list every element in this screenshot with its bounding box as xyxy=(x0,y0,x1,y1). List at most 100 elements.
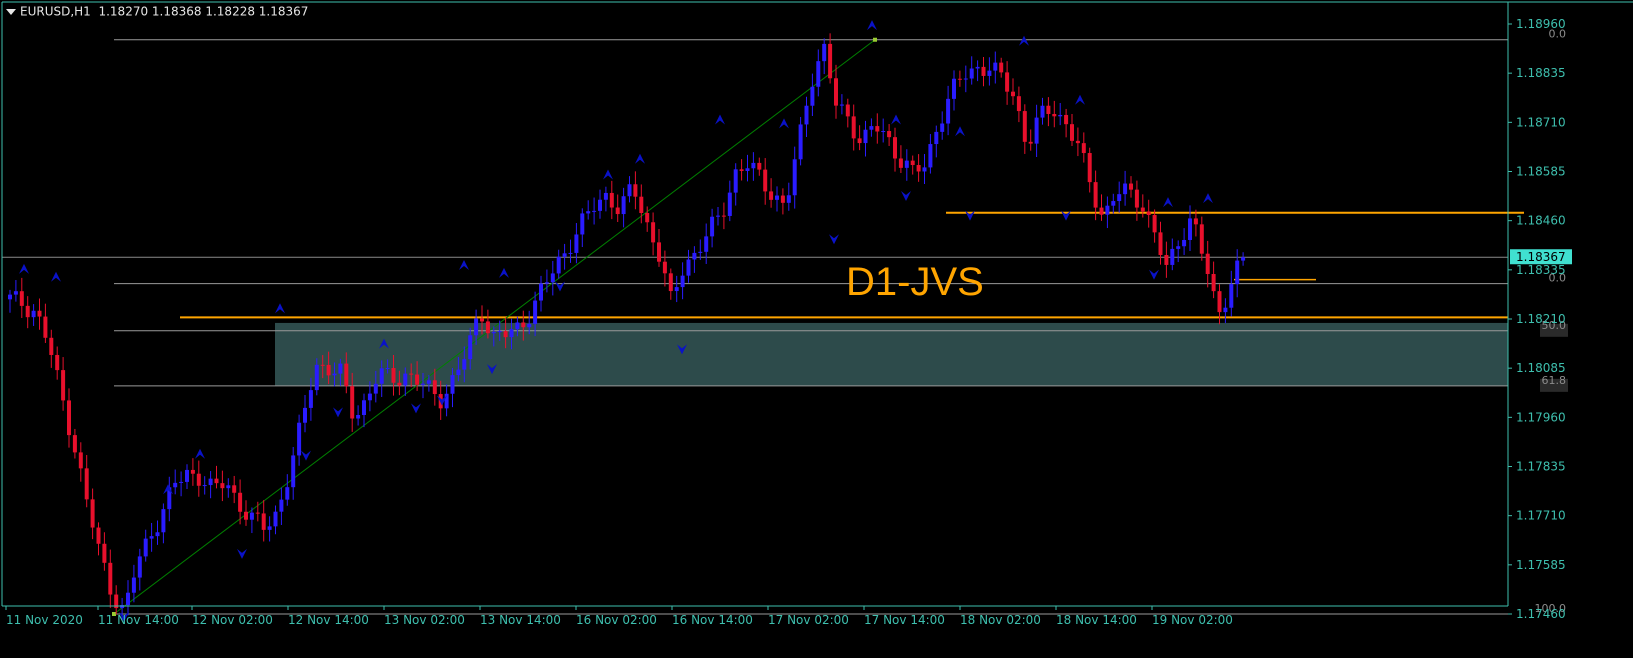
candle-body xyxy=(480,318,484,322)
candle-body xyxy=(96,527,101,544)
candle-body xyxy=(344,363,349,387)
candle-body xyxy=(350,386,355,419)
candle-body xyxy=(279,499,284,512)
candle-body xyxy=(698,251,703,253)
candle-body xyxy=(574,234,579,253)
candle-body xyxy=(244,511,248,520)
fractal-up-icon xyxy=(1075,94,1085,105)
candle-body xyxy=(527,323,532,328)
candle-body xyxy=(468,335,473,360)
candle-body xyxy=(828,43,833,79)
candle-body xyxy=(1064,114,1069,125)
candle-body xyxy=(798,124,803,160)
candle-body xyxy=(816,61,821,87)
candle-body xyxy=(786,195,791,203)
candle-body xyxy=(1123,183,1128,195)
candle-body xyxy=(887,131,892,138)
fractal-up-icon xyxy=(1163,197,1173,208)
candle-body xyxy=(940,123,945,132)
candle-body xyxy=(391,368,396,383)
fractal-up-icon xyxy=(891,114,901,125)
candle-body xyxy=(739,169,744,171)
y-tick-label: 1.17460 xyxy=(1516,607,1566,621)
x-tick-label: 11 Nov 2020 xyxy=(6,613,83,627)
fractal-down-icon xyxy=(1149,269,1159,280)
candle-body xyxy=(1152,215,1157,233)
candle-body xyxy=(450,375,455,394)
y-tick-label: 1.18960 xyxy=(1516,17,1566,31)
candle-body xyxy=(981,66,986,76)
chart-menu-triangle-icon[interactable] xyxy=(6,8,16,15)
candle-body xyxy=(1199,224,1204,254)
candle-body xyxy=(1182,239,1187,247)
fractal-down-icon xyxy=(301,450,311,461)
candle-body xyxy=(456,369,461,376)
fib-zone-rect xyxy=(275,322,1508,386)
candle-body xyxy=(1087,153,1092,183)
price-chart[interactable]: 0.00.050.061.8100.0 1.18960 1.18835 1.1871… xyxy=(0,0,1633,658)
candle-body xyxy=(1229,284,1234,308)
fractal-up-icon xyxy=(955,126,965,137)
candle-body xyxy=(214,478,219,484)
candle-body xyxy=(320,364,325,366)
candle-body xyxy=(1129,183,1133,190)
candle-body xyxy=(126,592,130,606)
candle-body xyxy=(603,192,608,200)
candle-body xyxy=(733,169,738,193)
y-tick-label: 1.18210 xyxy=(1516,312,1566,326)
candle-body xyxy=(285,487,290,500)
candle-body xyxy=(108,562,113,595)
candle-body xyxy=(1058,114,1063,117)
candle-body xyxy=(1093,182,1098,208)
candle-body xyxy=(1052,113,1057,117)
candle-body xyxy=(963,78,968,80)
candle-body xyxy=(639,196,644,214)
candle-body xyxy=(503,331,508,338)
candle-body xyxy=(415,374,420,385)
y-tick-label: 1.17835 xyxy=(1516,460,1566,474)
candle-body xyxy=(102,543,107,563)
candle-body xyxy=(893,137,897,159)
y-axis-labels: 1.18960 1.18835 1.18710 1.18585 1.18460 1.183… xyxy=(1508,17,1572,621)
candle-body xyxy=(1241,257,1246,261)
candle-body xyxy=(37,310,42,317)
fractal-up-icon xyxy=(635,153,645,164)
fractal-up-icon xyxy=(19,263,29,274)
candle-body xyxy=(491,332,496,334)
candle-body xyxy=(1205,253,1210,275)
candle-body xyxy=(84,468,89,500)
candle-body xyxy=(1217,291,1222,313)
candle-body xyxy=(662,261,667,274)
candle-body xyxy=(426,380,431,384)
x-axis-labels: 11 Nov 2020 11 Nov 14:00 12 Nov 02:00 12 No… xyxy=(5,606,1233,627)
candle-body xyxy=(621,196,626,215)
candle-body xyxy=(822,43,827,62)
candle-body xyxy=(651,222,656,243)
candle-body xyxy=(757,162,762,170)
candle-body xyxy=(432,380,437,395)
candle-body xyxy=(497,331,502,333)
candle-body xyxy=(1099,207,1104,215)
candle-body xyxy=(922,167,927,172)
candle-body xyxy=(297,422,302,456)
candle-body xyxy=(462,359,467,370)
fractal-up-icon xyxy=(779,118,789,129)
fractal-down-icon xyxy=(411,403,421,414)
fib-zone xyxy=(275,322,1508,386)
candle-body xyxy=(727,192,732,216)
fractal-up-icon xyxy=(603,169,613,180)
y-tick-label: 1.18835 xyxy=(1516,66,1566,80)
fractal-arrows xyxy=(19,20,1213,622)
candle-body xyxy=(804,105,809,125)
fractal-up-icon xyxy=(715,114,725,125)
candle-body xyxy=(78,452,83,469)
candle-body xyxy=(987,70,992,76)
candle-body xyxy=(1117,194,1122,202)
candle-body xyxy=(1016,96,1021,112)
candle-body xyxy=(1105,205,1110,215)
candle-body xyxy=(975,66,980,69)
candle-body xyxy=(362,400,366,416)
x-tick-label: 13 Nov 02:00 xyxy=(384,613,465,627)
fractal-up-icon xyxy=(195,448,205,459)
fractal-down-icon xyxy=(555,281,565,292)
